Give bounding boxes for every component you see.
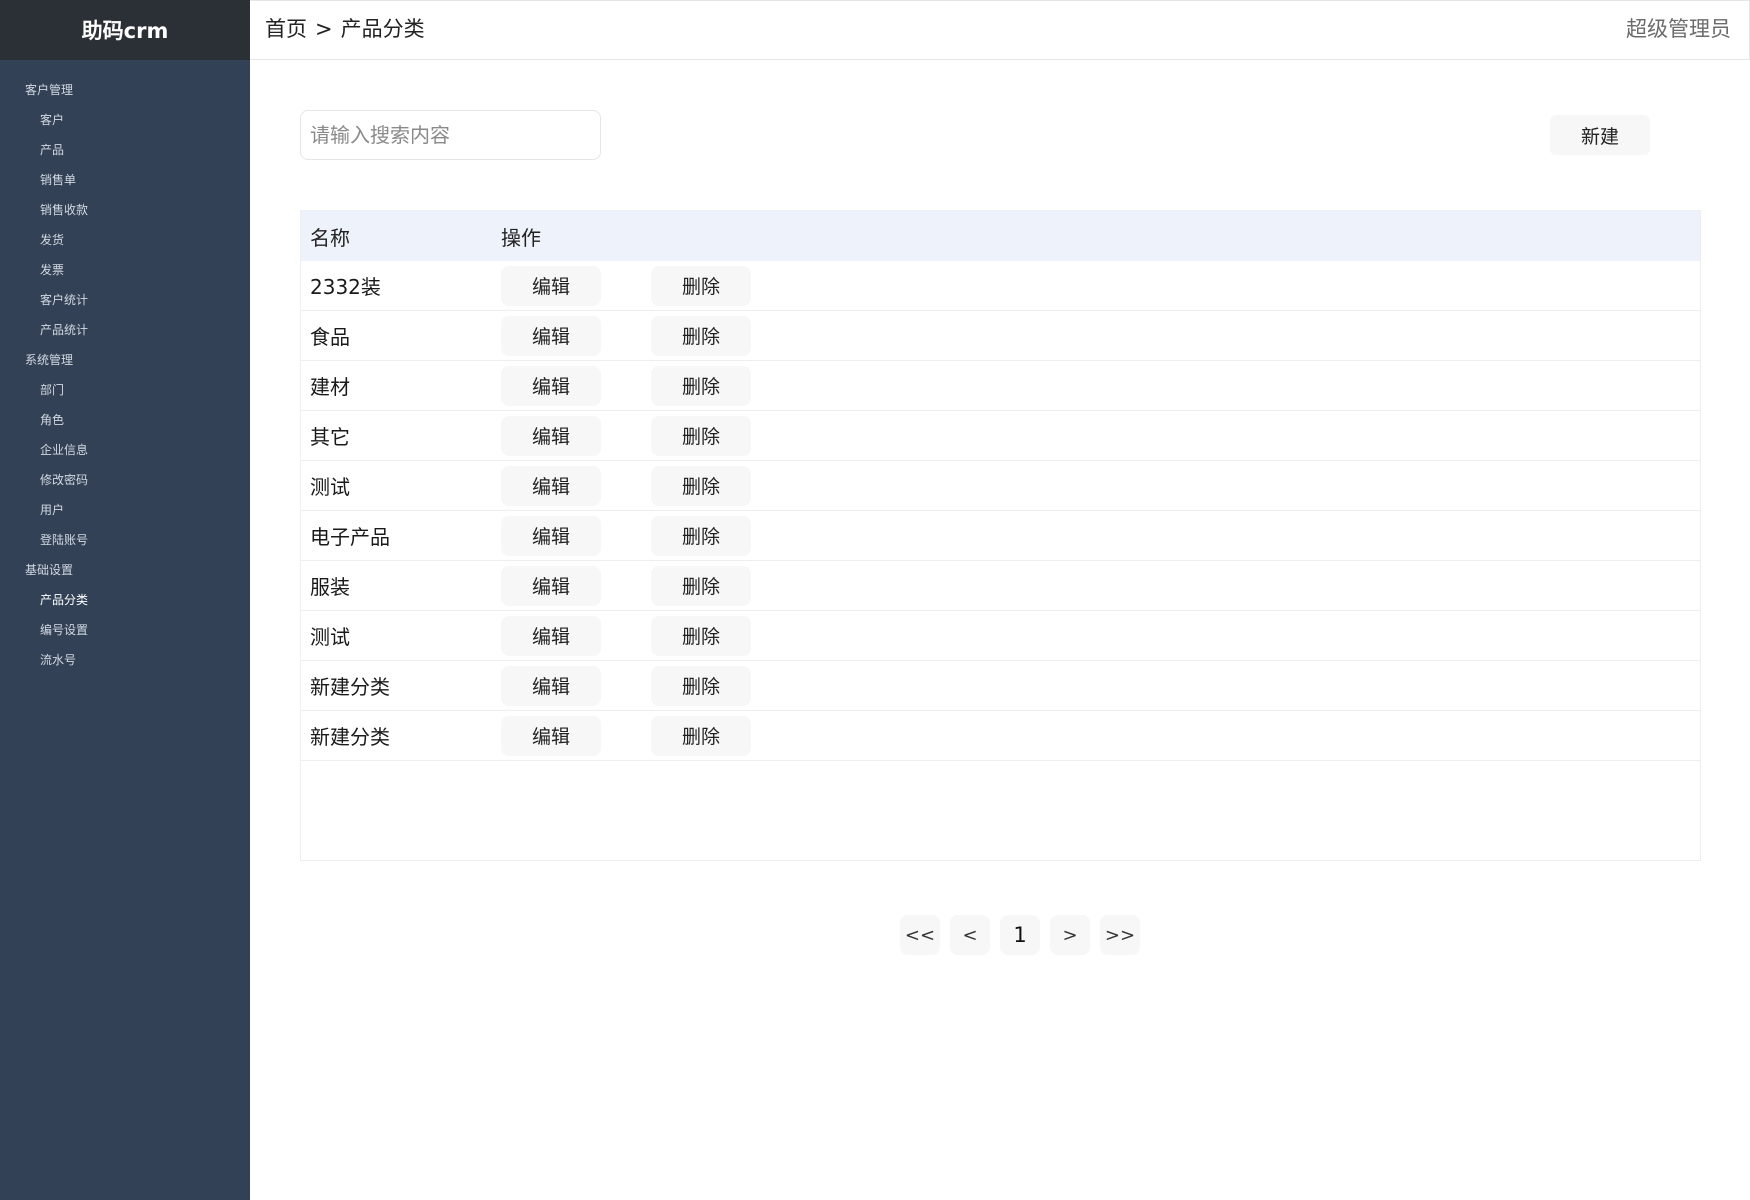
delete-button[interactable]: 删除 xyxy=(651,315,751,356)
table-row: 服装 编辑 删除 xyxy=(301,561,1700,611)
delete-button[interactable]: 删除 xyxy=(651,515,751,556)
sidebar-item-company-info[interactable]: 企业信息 xyxy=(0,435,250,465)
table-row: 电子产品 编辑 删除 xyxy=(301,511,1700,561)
edit-button[interactable]: 编辑 xyxy=(501,665,601,706)
edit-button[interactable]: 编辑 xyxy=(501,615,601,656)
search-input[interactable] xyxy=(300,110,601,160)
edit-button[interactable]: 编辑 xyxy=(501,415,601,456)
delete-button[interactable]: 删除 xyxy=(651,265,751,306)
sidebar-item-product-categories[interactable]: 产品分类 xyxy=(0,585,250,615)
table-row: 测试 编辑 删除 xyxy=(301,611,1700,661)
column-header-name: 名称 xyxy=(310,225,350,250)
pagination: << < 1 > >> xyxy=(900,915,1150,955)
edit-button[interactable]: 编辑 xyxy=(501,465,601,506)
delete-button[interactable]: 删除 xyxy=(651,365,751,406)
category-name: 建材 xyxy=(310,375,350,399)
delete-button[interactable]: 删除 xyxy=(651,665,751,706)
sidebar-item-roles[interactable]: 角色 xyxy=(0,405,250,435)
breadcrumb: 首页 > 产品分类 xyxy=(265,1,425,59)
sidebar-item-customers[interactable]: 客户 xyxy=(0,105,250,135)
sidebar-group-basic-settings: 基础设置 xyxy=(25,563,74,577)
table-row: 新建分类 编辑 删除 xyxy=(301,711,1700,761)
breadcrumb-separator: > xyxy=(315,17,333,41)
table-row: 建材 编辑 删除 xyxy=(301,361,1700,411)
category-name: 其它 xyxy=(310,425,350,449)
table-header: 名称 操作 xyxy=(301,211,1700,261)
category-name: 服装 xyxy=(310,575,350,599)
category-table: 名称 操作 2332装 编辑 删除 食品 编辑 删除 建材 编辑 删除 其它 编辑 删除 测试 编辑 删除电… xyxy=(300,210,1701,861)
edit-button[interactable]: 编辑 xyxy=(501,265,601,306)
delete-button[interactable]: 删除 xyxy=(651,415,751,456)
delete-button[interactable]: 删除 xyxy=(651,615,751,656)
delete-button[interactable]: 删除 xyxy=(651,565,751,606)
sidebar-item-products[interactable]: 产品 xyxy=(0,135,250,165)
delete-button[interactable]: 删除 xyxy=(651,465,751,506)
table-row: 2332装 编辑 删除 xyxy=(301,261,1700,311)
category-name: 新建分类 xyxy=(310,675,390,699)
table-row: 测试 编辑 删除 xyxy=(301,461,1700,511)
sidebar-item-numbering-settings[interactable]: 编号设置 xyxy=(0,615,250,645)
top-header: 首页 > 产品分类 超级管理员 xyxy=(250,0,1750,60)
new-category-button[interactable]: 新建 xyxy=(1550,115,1650,155)
category-name: 测试 xyxy=(310,475,350,499)
page-prev-button[interactable]: < xyxy=(950,915,990,955)
edit-button[interactable]: 编辑 xyxy=(501,565,601,606)
sidebar-item-departments[interactable]: 部门 xyxy=(0,375,250,405)
sidebar-item-customer-stats[interactable]: 客户统计 xyxy=(0,285,250,315)
table-body: 2332装 编辑 删除 食品 编辑 删除 建材 编辑 删除 其它 编辑 删除 测试 编辑 删除 电子产品 编辑删… xyxy=(301,261,1700,761)
category-name: 2332装 xyxy=(310,275,381,299)
page-first-button[interactable]: << xyxy=(900,915,940,955)
breadcrumb-current: 产品分类 xyxy=(340,17,425,41)
sidebar-item-invoices[interactable]: 发票 xyxy=(0,255,250,285)
sidebar-item-users[interactable]: 用户 xyxy=(0,495,250,525)
current-user-name[interactable]: 超级管理员 xyxy=(1626,1,1731,59)
table-row: 新建分类 编辑 删除 xyxy=(301,661,1700,711)
delete-button[interactable]: 删除 xyxy=(651,715,751,756)
edit-button[interactable]: 编辑 xyxy=(501,315,601,356)
page-next-button[interactable]: > xyxy=(1050,915,1090,955)
sidebar-item-sales-orders[interactable]: 销售单 xyxy=(0,165,250,195)
sidebar-item-product-stats[interactable]: 产品统计 xyxy=(0,315,250,345)
category-name: 新建分类 xyxy=(310,725,390,749)
table-row: 食品 编辑 删除 xyxy=(301,311,1700,361)
sidebar-group-customer: 客户管理 xyxy=(25,83,74,97)
edit-button[interactable]: 编辑 xyxy=(501,515,601,556)
sidebar-item-shipping[interactable]: 发货 xyxy=(0,225,250,255)
page-current-button[interactable]: 1 xyxy=(1000,915,1040,955)
page-last-button[interactable]: >> xyxy=(1100,915,1140,955)
category-name: 食品 xyxy=(310,325,350,349)
category-name: 测试 xyxy=(310,625,350,649)
sidebar-group-system: 系统管理 xyxy=(25,353,74,367)
sidebar: 助码crm 客户管理 客户 产品 销售单 销售收款 发货 发票 客户统计 产品统… xyxy=(0,0,250,1200)
sidebar-item-login-accounts[interactable]: 登陆账号 xyxy=(0,525,250,555)
table-row: 其它 编辑 删除 xyxy=(301,411,1700,461)
breadcrumb-home-link[interactable]: 首页 xyxy=(265,17,307,41)
sidebar-item-sales-receipts[interactable]: 销售收款 xyxy=(0,195,250,225)
category-name: 电子产品 xyxy=(310,525,390,549)
sidebar-item-change-password[interactable]: 修改密码 xyxy=(0,465,250,495)
edit-button[interactable]: 编辑 xyxy=(501,365,601,406)
edit-button[interactable]: 编辑 xyxy=(501,715,601,756)
sidebar-menu: 客户管理 客户 产品 销售单 销售收款 发货 发票 客户统计 产品统计 系统管理… xyxy=(0,60,250,675)
sidebar-item-serial-numbers[interactable]: 流水号 xyxy=(0,645,250,675)
column-header-ops: 操作 xyxy=(501,225,541,250)
brand-logo: 助码crm xyxy=(0,0,250,60)
